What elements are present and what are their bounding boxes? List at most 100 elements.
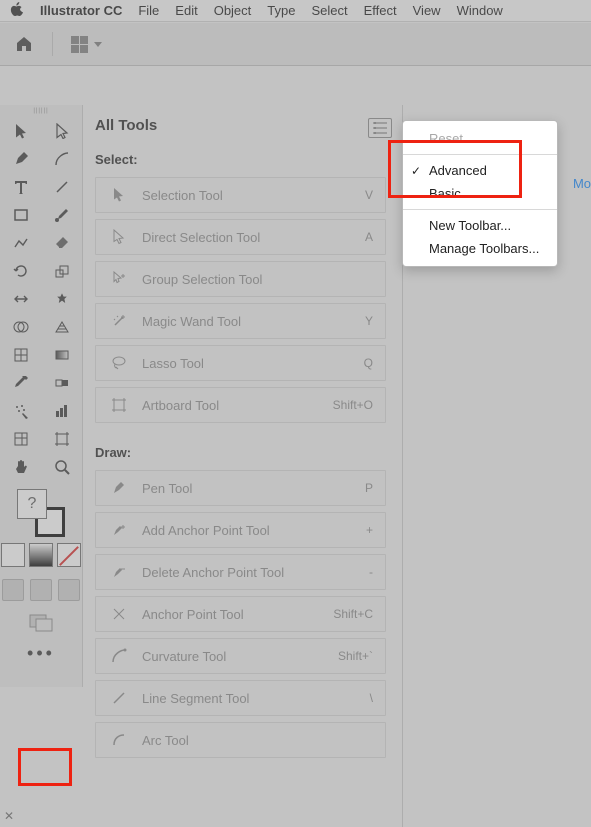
shaper-tool[interactable]: [0, 229, 41, 257]
tool-row[interactable]: Magic Wand ToolY: [95, 303, 386, 339]
mesh-tool[interactable]: [0, 341, 41, 369]
tool-row[interactable]: Selection ToolV: [95, 177, 386, 213]
scale-tool[interactable]: [41, 257, 82, 285]
tool-shortcut: P: [365, 481, 373, 495]
gradient-swatch[interactable]: [29, 543, 53, 567]
gradient-tool[interactable]: [41, 341, 82, 369]
section-select: Select:: [95, 152, 394, 167]
type-tool[interactable]: [0, 173, 41, 201]
menu-type[interactable]: Type: [267, 3, 295, 18]
tool-name: Delete Anchor Point Tool: [142, 565, 357, 580]
selection-tool[interactable]: [0, 117, 41, 145]
tool-shortcut: +: [366, 523, 373, 537]
tool-shortcut: Shift+`: [338, 649, 373, 663]
menu-select[interactable]: Select: [311, 3, 347, 18]
tool-name: Lasso Tool: [142, 356, 352, 371]
palette-grip[interactable]: ||||||: [0, 105, 82, 117]
rotate-tool[interactable]: [0, 257, 41, 285]
blend-tool[interactable]: [41, 369, 82, 397]
home-icon[interactable]: [14, 34, 34, 54]
pen-icon: [108, 480, 130, 496]
rectangle-tool[interactable]: [0, 201, 41, 229]
artboard-icon: [108, 397, 130, 413]
tool-name: Line Segment Tool: [142, 691, 358, 706]
tool-shortcut: Y: [365, 314, 373, 328]
apple-menu-icon[interactable]: [10, 2, 24, 19]
toolbar-preset-menu: Reset Advanced Basic New Toolbar... Mana…: [402, 120, 558, 267]
arc-icon: [108, 732, 130, 748]
chevron-down-icon: [94, 42, 102, 47]
tool-row[interactable]: Curvature ToolShift+`: [95, 638, 386, 674]
tool-name: Group Selection Tool: [142, 272, 361, 287]
fill-stroke-swatch[interactable]: ?: [17, 489, 65, 537]
menu-manage-toolbars[interactable]: Manage Toolbars...: [403, 237, 557, 260]
top-toolbar: [0, 23, 591, 66]
app-menu[interactable]: Illustrator CC: [40, 3, 122, 18]
shape-builder-tool[interactable]: [0, 313, 41, 341]
hand-tool[interactable]: [0, 453, 41, 481]
tool-list-select: Selection ToolV Direct Selection ToolA Gro…: [95, 177, 394, 423]
tool-row[interactable]: Line Segment Tool \: [95, 680, 386, 716]
line-tool[interactable]: [41, 173, 82, 201]
right-link[interactable]: Mo: [573, 176, 591, 191]
tool-name: Anchor Point Tool: [142, 607, 321, 622]
tool-row[interactable]: Pen ToolP: [95, 470, 386, 506]
tool-row[interactable]: Artboard ToolShift+O: [95, 387, 386, 423]
menu-file[interactable]: File: [138, 3, 159, 18]
width-tool[interactable]: [0, 285, 41, 313]
menu-basic[interactable]: Basic: [403, 182, 557, 205]
tool-row[interactable]: Direct Selection ToolA: [95, 219, 386, 255]
draw-behind-mode[interactable]: [30, 579, 52, 601]
tool-row[interactable]: Group Selection Tool: [95, 261, 386, 297]
menu-effect[interactable]: Effect: [364, 3, 397, 18]
close-icon[interactable]: ✕: [4, 809, 14, 823]
draw-inside-mode[interactable]: [58, 579, 80, 601]
menu-window[interactable]: Window: [457, 3, 503, 18]
cursor-icon: [108, 187, 130, 203]
column-graph-tool[interactable]: [41, 397, 82, 425]
tool-row[interactable]: Anchor Point Tool Shift+C: [95, 596, 386, 632]
zoom-tool[interactable]: [41, 453, 82, 481]
tool-shortcut: Q: [364, 356, 373, 370]
menu-reset[interactable]: Reset: [403, 127, 557, 150]
tool-row[interactable]: Add Anchor Point Tool+: [95, 512, 386, 548]
menu-new-toolbar[interactable]: New Toolbar...: [403, 214, 557, 237]
menu-object[interactable]: Object: [214, 3, 252, 18]
screen-mode[interactable]: [0, 605, 82, 639]
all-tools-title: All Tools: [95, 117, 157, 134]
all-tools-panel: All Tools Select: Selection ToolV Direct …: [83, 105, 403, 827]
line-icon: [108, 690, 130, 706]
curvature-tool[interactable]: [41, 145, 82, 173]
draw-normal-mode[interactable]: [2, 579, 24, 601]
wand-icon: [108, 313, 130, 329]
menu-edit[interactable]: Edit: [175, 3, 197, 18]
slice-tool[interactable]: [0, 425, 41, 453]
eyedropper-tool[interactable]: [0, 369, 41, 397]
artboard-tool[interactable]: [41, 425, 82, 453]
edit-toolbar-button[interactable]: •••: [0, 639, 82, 667]
tool-row[interactable]: Arc Tool: [95, 722, 386, 758]
paintbrush-tool[interactable]: [41, 201, 82, 229]
tool-row[interactable]: Delete Anchor Point Tool-: [95, 554, 386, 590]
tool-row[interactable]: Lasso Tool Q: [95, 345, 386, 381]
cursor-plus-icon: [108, 271, 130, 287]
direct-selection-tool[interactable]: [41, 117, 82, 145]
none-swatch[interactable]: [57, 543, 81, 567]
menu-separator: [403, 209, 557, 210]
perspective-grid-tool[interactable]: [41, 313, 82, 341]
arrange-documents-button[interactable]: [71, 36, 102, 53]
anchor-icon: [108, 606, 130, 622]
pin-tool[interactable]: [41, 285, 82, 313]
panel-menu-icon[interactable]: [368, 118, 392, 138]
eraser-tool[interactable]: [41, 229, 82, 257]
curve-icon: [108, 648, 130, 664]
menu-advanced[interactable]: Advanced: [403, 159, 557, 182]
menubar: Illustrator CC File Edit Object Type Sel…: [0, 0, 591, 22]
lasso-icon: [108, 355, 130, 371]
tool-shortcut: Shift+C: [333, 607, 373, 621]
pen-tool[interactable]: [0, 145, 41, 173]
tool-shortcut: \: [370, 691, 373, 705]
menu-view[interactable]: View: [413, 3, 441, 18]
symbol-sprayer-tool[interactable]: [0, 397, 41, 425]
fill-color-swatch[interactable]: [1, 543, 25, 567]
